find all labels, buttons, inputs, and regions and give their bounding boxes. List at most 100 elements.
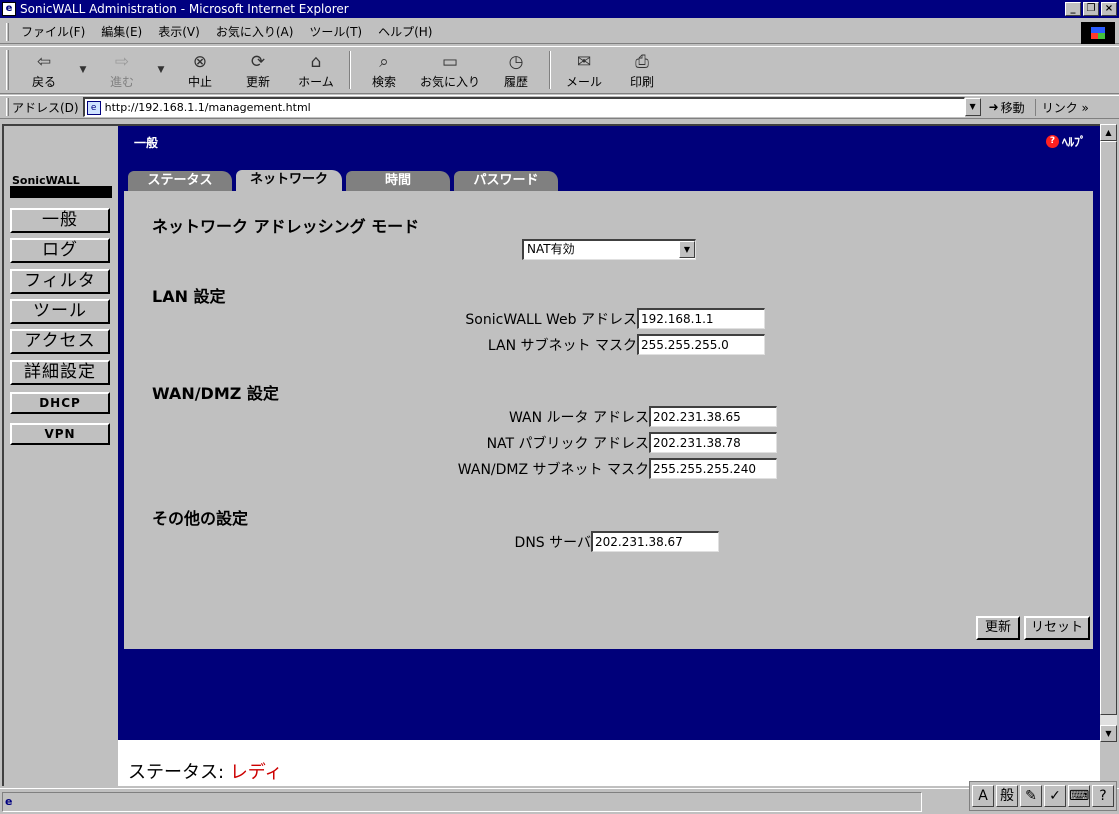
toolbar: ⇦ 戻る ▼ ⇨ 進む ▼ ⊗ 中止 ⟳ 更新 ⌂ ホーム ⌕ 検索 ▭ お気に… xyxy=(0,46,1119,94)
ime-toolbar: A 般 ✎ ✓ ⌨ ? xyxy=(969,781,1117,811)
sidebar-footer xyxy=(4,740,118,786)
ime-property-icon[interactable]: ⌨ xyxy=(1068,785,1090,807)
lan-mask-field[interactable]: 255.255.255.0 xyxy=(637,334,765,355)
nav-vpn[interactable]: VPN xyxy=(10,423,110,445)
ime-dictionary-icon[interactable]: ✓ xyxy=(1044,785,1066,807)
address-grip[interactable] xyxy=(6,98,9,116)
links-button[interactable]: リンク » xyxy=(1034,98,1089,116)
content-viewport: SonicWALL 一般 ログ フィルタ ツール アクセス 詳細設定 DHCP … xyxy=(2,124,1100,786)
menu-edit[interactable]: 編集(E) xyxy=(93,23,150,40)
address-label: アドレス(D) xyxy=(12,100,79,115)
lan-mask-label: LAN サブネット マスク xyxy=(487,338,637,354)
nav-log[interactable]: ログ xyxy=(10,238,110,263)
stop-label: 中止 xyxy=(187,74,212,89)
nav-access[interactable]: アクセス xyxy=(10,329,110,354)
address-dropdown-icon[interactable]: ▼ xyxy=(964,98,981,116)
lan-ip-field[interactable]: 192.168.1.1 xyxy=(637,308,765,329)
search-button[interactable]: ⌕ 検索 xyxy=(355,51,413,90)
update-button[interactable]: 更新 xyxy=(976,616,1020,640)
go-button[interactable]: ➜ 移動 xyxy=(989,99,1025,116)
nav-advanced[interactable]: 詳細設定 xyxy=(10,360,110,385)
ime-conversion-button[interactable]: 般 xyxy=(996,785,1018,807)
history-icon: ◷ xyxy=(508,51,524,72)
refresh-label: 更新 xyxy=(245,74,270,89)
wan-mask-field[interactable]: 255.255.255.240 xyxy=(649,458,777,479)
scroll-down-icon[interactable]: ▼ xyxy=(1100,725,1117,742)
menu-favorites[interactable]: お気に入り(A) xyxy=(208,23,302,40)
menu-help[interactable]: ヘルプ(H) xyxy=(370,23,440,40)
search-label: 検索 xyxy=(371,74,396,89)
scroll-thumb[interactable] xyxy=(1100,141,1117,715)
tab-time[interactable]: 時間 xyxy=(346,171,450,192)
window-title: SonicWALL Administration - Microsoft Int… xyxy=(20,2,349,16)
lan-ip-label: SonicWALL Web アドレス xyxy=(465,312,637,328)
refresh-icon: ⟳ xyxy=(250,51,266,72)
toolbar-separator xyxy=(349,51,351,89)
reset-button[interactable]: リセット xyxy=(1024,616,1090,640)
nav-tools[interactable]: ツール xyxy=(10,299,110,324)
chevron-down-icon[interactable]: ▼ xyxy=(679,241,695,258)
mail-button[interactable]: ✉ メール xyxy=(555,51,613,90)
tab-status[interactable]: ステータス xyxy=(128,171,232,192)
print-button[interactable]: ⎙ 印刷 xyxy=(613,51,671,90)
dns-field[interactable]: 202.231.38.67 xyxy=(591,531,719,552)
addressing-mode-select[interactable]: NAT有効 ▼ xyxy=(522,239,696,260)
ie-page-icon: e xyxy=(5,795,13,808)
favorites-folder-icon: ▭ xyxy=(441,51,459,72)
vertical-scrollbar[interactable]: ▲ ▼ xyxy=(1100,124,1117,742)
go-label: 移動 xyxy=(1000,100,1025,115)
menu-tools[interactable]: ツール(T) xyxy=(301,23,370,40)
wan-router-field[interactable]: 202.231.38.65 xyxy=(649,406,777,427)
mail-icon: ✉ xyxy=(576,51,592,72)
back-dropdown-icon[interactable]: ▼ xyxy=(73,65,93,75)
ime-help-icon[interactable]: ? xyxy=(1092,785,1114,807)
ime-mode-button[interactable]: A xyxy=(972,785,994,807)
ie-app-icon: e xyxy=(2,2,16,16)
nav-general[interactable]: 一般 xyxy=(10,208,110,233)
page-icon: e xyxy=(86,100,101,115)
brand-bar xyxy=(10,186,112,198)
maximize-button[interactable]: ❐ xyxy=(1083,2,1099,16)
favorites-button[interactable]: ▭ お気に入り xyxy=(413,51,487,90)
menu-file[interactable]: ファイル(F) xyxy=(13,23,93,40)
stop-button[interactable]: ⊗ 中止 xyxy=(171,51,229,90)
back-button[interactable]: ⇦ 戻る xyxy=(15,51,73,90)
other-heading: その他の設定 xyxy=(152,509,249,528)
help-link[interactable]: ? ﾍﾙﾌﾟ xyxy=(1045,133,1086,150)
section-title: 一般 xyxy=(134,136,159,150)
nav-dhcp[interactable]: DHCP xyxy=(10,392,110,414)
settings-panel: ネットワーク アドレッシング モード NAT有効 ▼ LAN 設定 SonicW… xyxy=(124,191,1093,649)
help-label: ﾍﾙﾌﾟ xyxy=(1061,135,1086,149)
menu-grip[interactable] xyxy=(6,22,9,41)
back-label: 戻る xyxy=(31,74,56,89)
forward-dropdown-icon[interactable]: ▼ xyxy=(151,65,171,75)
wan-router-label: WAN ルータ アドレス xyxy=(508,410,649,426)
title-bar: e SonicWALL Administration - Microsoft I… xyxy=(0,0,1119,18)
close-button[interactable]: × xyxy=(1101,2,1117,16)
history-button[interactable]: ◷ 履歴 xyxy=(487,51,545,90)
minimize-button[interactable]: _ xyxy=(1065,2,1081,16)
tab-network[interactable]: ネットワーク xyxy=(236,170,342,192)
toolbar-grip[interactable] xyxy=(6,50,9,90)
home-label: ホーム xyxy=(298,74,334,89)
nat-public-field[interactable]: 202.231.38.78 xyxy=(649,432,777,453)
help-icon: ? xyxy=(1045,135,1059,148)
forward-label: 進む xyxy=(109,74,134,89)
browser-status-bar: e xyxy=(0,788,1119,814)
home-button[interactable]: ⌂ ホーム xyxy=(287,51,345,90)
page-status: ステータス: レディ xyxy=(118,740,1100,786)
addressing-mode-value: NAT有効 xyxy=(527,242,575,256)
address-url[interactable]: http://192.168.1.1/management.html xyxy=(105,101,311,114)
nav-filter[interactable]: フィルタ xyxy=(10,269,110,294)
tab-password[interactable]: パスワード xyxy=(454,171,558,192)
refresh-button[interactable]: ⟳ 更新 xyxy=(229,51,287,90)
ime-pad-icon[interactable]: ✎ xyxy=(1020,785,1042,807)
forward-button[interactable]: ⇨ 進む xyxy=(93,51,151,90)
address-input[interactable]: e http://192.168.1.1/management.html xyxy=(82,97,965,117)
mail-label: メール xyxy=(565,74,602,89)
toolbar-separator xyxy=(549,51,551,89)
forward-arrow-icon: ⇨ xyxy=(114,51,130,72)
scroll-up-icon[interactable]: ▲ xyxy=(1100,124,1117,141)
home-icon: ⌂ xyxy=(310,51,322,72)
menu-view[interactable]: 表示(V) xyxy=(150,23,208,40)
